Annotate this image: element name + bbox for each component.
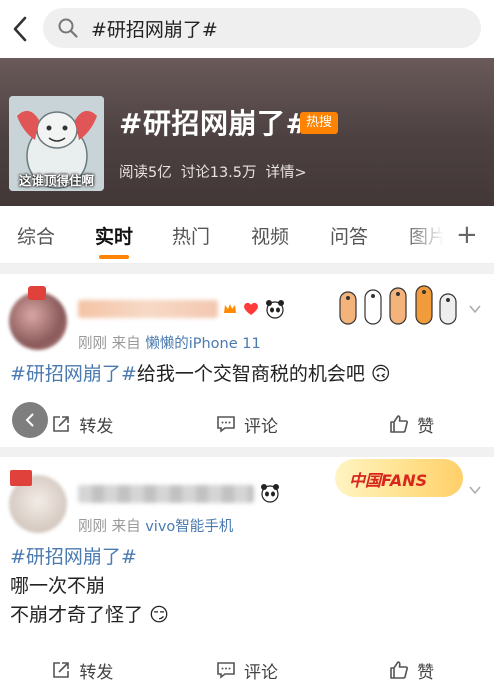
post-text-line: 不崩才奇了怪了 bbox=[10, 604, 144, 626]
panda-icon bbox=[261, 484, 279, 503]
tab-realtime[interactable]: 实时 bbox=[95, 222, 133, 249]
comment-label: 评论 bbox=[244, 662, 278, 683]
topic-stats: 阅读5亿 讨论13.5万 详情> bbox=[119, 161, 307, 182]
floating-back-button[interactable] bbox=[12, 402, 48, 438]
active-tab-indicator bbox=[99, 255, 129, 259]
fans-badge-text: 中国FANS bbox=[349, 471, 428, 490]
post-text-line: 哪一次不崩 bbox=[10, 575, 106, 597]
topic-image[interactable]: 这谁顶得住啊 bbox=[9, 96, 104, 191]
chevron-down-icon[interactable] bbox=[468, 483, 482, 497]
post-actions: 转发 评论 赞 bbox=[0, 650, 494, 687]
topic-title: #研招网崩了# bbox=[119, 107, 310, 140]
post-text: 给我一个交智商税的机会吧 bbox=[136, 363, 365, 385]
chevron-left-icon bbox=[25, 413, 34, 427]
upside-down-face-icon: 🙃 bbox=[370, 363, 391, 385]
username[interactable] bbox=[78, 300, 218, 318]
separator bbox=[0, 447, 494, 457]
crown-badge-icon bbox=[224, 304, 236, 313]
search-icon bbox=[58, 18, 78, 38]
topic-header: 这谁顶得住啊 #研招网崩了# 热搜 阅读5亿 讨论13.5万 详情> bbox=[0, 58, 494, 206]
post-source-prefix: 来自 bbox=[111, 519, 141, 535]
thumbs-up-icon bbox=[390, 415, 409, 433]
topic-image-caption: 这谁顶得住啊 bbox=[18, 173, 94, 188]
comment-button[interactable]: 评论 bbox=[165, 650, 330, 687]
repost-icon bbox=[53, 662, 70, 678]
separator bbox=[0, 264, 494, 274]
comment-label: 评论 bbox=[244, 416, 278, 437]
search-query[interactable]: #研招网崩了# bbox=[91, 15, 218, 42]
tab-video[interactable]: 视频 bbox=[251, 222, 289, 249]
post-card[interactable]: 刚刚 来自 懒懒的iPhone 11 #研招网崩了#给我一个交智商税的机会吧 🙃… bbox=[0, 274, 494, 447]
flag-icon bbox=[10, 470, 32, 486]
like-label: 赞 bbox=[417, 416, 435, 437]
like-button[interactable]: 赞 bbox=[329, 404, 494, 444]
like-label: 赞 bbox=[417, 662, 435, 683]
post-card[interactable]: 中国FANS 刚刚 来自 vivo智能手机 #研招网崩了# 哪一次不崩 不崩才奇… bbox=[0, 457, 494, 687]
post-actions: 转发 评论 赞 bbox=[0, 404, 494, 444]
tab-fade bbox=[404, 212, 454, 258]
read-count: 阅读5亿 bbox=[119, 165, 172, 181]
flag-icon bbox=[28, 286, 46, 300]
repost-button[interactable]: 转发 bbox=[0, 650, 165, 687]
topic-tag-link[interactable]: #研招网崩了# bbox=[10, 546, 137, 568]
discussion-count: 讨论13.5万 bbox=[180, 165, 257, 181]
thumbs-up-icon bbox=[390, 661, 409, 679]
post-source-prefix: 来自 bbox=[111, 336, 141, 352]
post-content: #研招网崩了#给我一个交智商税的机会吧 🙃 bbox=[10, 360, 391, 389]
hot-search-badge: 热搜 bbox=[300, 112, 339, 134]
post-content: #研招网崩了# 哪一次不崩 不崩才奇了怪了 😏 bbox=[10, 543, 169, 630]
screen: { "search": { "query": "#研招网崩了#" }, "hea… bbox=[0, 0, 494, 687]
comment-button[interactable]: 评论 bbox=[165, 404, 330, 444]
tab-bar: 综合 实时 热门 视频 问答 图片 + bbox=[0, 206, 494, 264]
heart-badge-icon bbox=[244, 302, 258, 315]
top-bar: #研招网崩了# bbox=[0, 0, 494, 58]
tab-hot[interactable]: 热门 bbox=[172, 222, 210, 249]
tab-comprehensive[interactable]: 综合 bbox=[17, 222, 55, 249]
post-meta: 刚刚 来自 懒懒的iPhone 11 bbox=[78, 332, 261, 353]
fans-badge: 中国FANS bbox=[335, 459, 463, 497]
back-button[interactable] bbox=[0, 0, 40, 58]
chevron-down-icon[interactable] bbox=[468, 302, 482, 316]
panda-icon bbox=[266, 300, 284, 319]
like-button[interactable]: 赞 bbox=[329, 650, 494, 687]
comment-icon bbox=[217, 662, 235, 679]
search-box[interactable]: #研招网崩了# bbox=[43, 8, 481, 48]
avatar[interactable] bbox=[9, 292, 67, 350]
post-meta: 刚刚 来自 vivo智能手机 bbox=[78, 515, 233, 536]
post-source[interactable]: vivo智能手机 bbox=[145, 519, 233, 535]
add-tab-icon[interactable]: + bbox=[456, 220, 478, 250]
topic-tag-link[interactable]: #研招网崩了# bbox=[10, 363, 137, 385]
tab-qa[interactable]: 问答 bbox=[330, 222, 368, 249]
post-time: 刚刚 bbox=[78, 519, 107, 535]
username[interactable] bbox=[78, 485, 254, 503]
details-link[interactable]: 详情> bbox=[266, 161, 307, 182]
repost-icon bbox=[53, 416, 70, 432]
back-arrow-icon bbox=[13, 16, 27, 42]
cat-paws-decoration-icon bbox=[339, 285, 457, 325]
post-time: 刚刚 bbox=[78, 336, 107, 352]
repost-label: 转发 bbox=[79, 416, 114, 437]
repost-label: 转发 bbox=[79, 662, 114, 683]
post-source[interactable]: 懒懒的iPhone 11 bbox=[145, 336, 261, 352]
comment-icon bbox=[217, 416, 235, 433]
smirk-face-icon: 😏 bbox=[149, 604, 169, 626]
